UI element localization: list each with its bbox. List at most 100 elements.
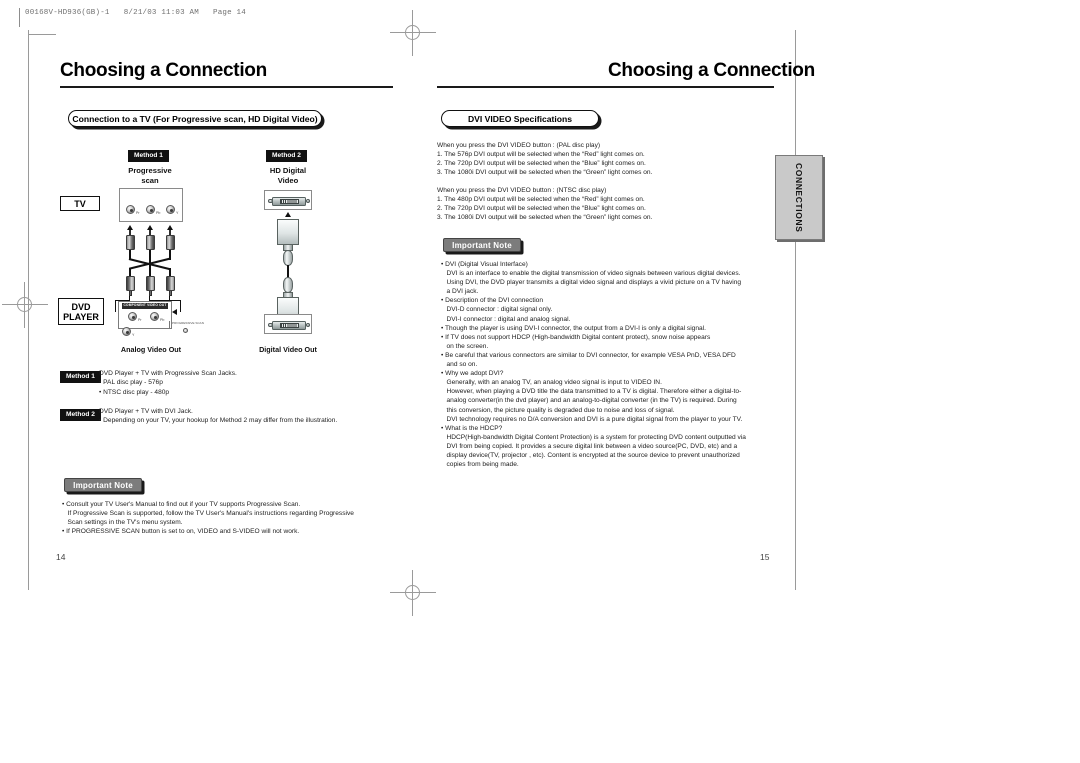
right-important-note-tab: Important Note bbox=[443, 238, 521, 252]
right-page-number: 15 bbox=[760, 552, 770, 562]
dvd-player-label: DVD PLAYER bbox=[58, 298, 104, 325]
dvd-jack-pb-label: Pb bbox=[160, 318, 165, 322]
right-note-line-22: copies from being made. bbox=[446, 461, 519, 469]
spec1-line-2: 2. The 720p DVI output will be selected … bbox=[437, 160, 646, 168]
component-plug-top-1 bbox=[125, 230, 135, 250]
component-plug-bot-2 bbox=[145, 276, 155, 296]
dvd-jack-pr-label: Pr bbox=[138, 318, 142, 322]
tv-jack-y bbox=[166, 205, 175, 214]
method1-heading-line1: Progressive bbox=[128, 166, 172, 175]
right-note-line-12: • Why we adopt DVI? bbox=[441, 370, 504, 378]
tv-dvi-port bbox=[264, 190, 312, 210]
diagram-method2-heading: HD Digital Video bbox=[252, 166, 324, 185]
dvi-cable-bead-bottom bbox=[283, 277, 293, 293]
dvd-jack-pr bbox=[128, 312, 137, 321]
route-vert-1 bbox=[115, 300, 117, 312]
component-plug-bot-3 bbox=[165, 276, 175, 296]
method2-line-1: • Depending on your TV, your hookup for … bbox=[99, 417, 338, 425]
right-note-line-5: DVI-D connector : digital signal only. bbox=[446, 306, 553, 314]
progressive-scan-button-icon bbox=[183, 328, 188, 333]
method1-line-1: • PAL disc play - 576p bbox=[99, 379, 163, 387]
method1-line-2: • NTSC disc play - 480p bbox=[99, 388, 170, 396]
left-note-line-0: • Consult your TV User's Manual to find … bbox=[62, 501, 301, 508]
callout-leader bbox=[169, 321, 170, 329]
manual-spread: 00168V-HD936(GB)-1 8/21/03 11:03 AM Page… bbox=[0, 0, 1080, 763]
left-page-title: Choosing a Connection bbox=[60, 60, 267, 81]
tv-dvi-screw-right bbox=[305, 198, 310, 203]
right-note-line-18: • What is the HDCP? bbox=[441, 424, 503, 432]
dvd-dvi-shell bbox=[272, 320, 306, 330]
dvd-jack-y-label: Y bbox=[132, 333, 135, 337]
method1-row-badge: Method 1 bbox=[60, 371, 101, 383]
arrow-to-tv-dvi bbox=[285, 212, 291, 217]
dvi-spec-ntsc-block: When you press the DVI VIDEO button : (N… bbox=[437, 186, 777, 222]
spec2-line-2: 2. The 720p DVI output will be selected … bbox=[437, 205, 646, 213]
left-important-note-tab: Important Note bbox=[64, 478, 142, 492]
method1-heading-line2: scan bbox=[141, 175, 159, 185]
tv-jack-pb bbox=[146, 205, 155, 214]
right-note-line-8: • If TV does not support HDCP (High-band… bbox=[441, 333, 711, 341]
tv-jack-pr bbox=[126, 205, 135, 214]
digital-video-out-caption: Digital Video Out bbox=[259, 345, 317, 354]
spec2-line-1: 1. The 480p DVI output will be selected … bbox=[437, 196, 645, 204]
progressive-scan-callout: PROGRESSIVE SCAN bbox=[172, 321, 204, 325]
right-note-line-17: DVI technology requires no D/A conversio… bbox=[446, 415, 743, 423]
analog-video-out-caption: Analog Video Out bbox=[120, 345, 182, 354]
dvd-jack-pb bbox=[150, 312, 159, 321]
left-title-rule bbox=[60, 86, 393, 88]
route-vert-2 bbox=[180, 300, 182, 312]
header-rule bbox=[19, 8, 20, 27]
dvi-connector-top bbox=[277, 219, 299, 245]
registration-mark-top bbox=[390, 10, 436, 56]
crop-line-left bbox=[28, 30, 29, 590]
left-page-number: 14 bbox=[56, 552, 66, 562]
dvd-label-line2: PLAYER bbox=[63, 311, 99, 322]
tv-dvi-shell bbox=[272, 196, 306, 206]
diagram-method1-badge: Method 1 bbox=[128, 150, 169, 162]
registration-mark-left bbox=[2, 282, 48, 328]
spec1-line-3: 3. The 1080i DVI output will be selected… bbox=[437, 169, 653, 177]
left-note-line-3: • If PROGRESSIVE SCAN button is set to o… bbox=[62, 528, 300, 536]
dvi-cable-bead-top bbox=[283, 250, 293, 266]
right-note-line-14: However, when playing a DVD title the da… bbox=[446, 388, 742, 396]
connections-side-tab-label: CONNECTIONS bbox=[794, 162, 804, 233]
spec2-line-0: When you press the DVI VIDEO button : (N… bbox=[437, 187, 607, 194]
right-note-line-7: • Though the player is using DVI-I conne… bbox=[441, 324, 706, 332]
component-plug-bot-1 bbox=[125, 276, 135, 296]
right-note-line-11: and so on. bbox=[446, 361, 478, 369]
right-note-line-9: on the screen. bbox=[446, 342, 489, 350]
tv-jack-pb-label: Pb bbox=[156, 211, 161, 215]
connections-side-tab: CONNECTIONS bbox=[775, 155, 823, 240]
method2-heading-line1: HD Digital bbox=[269, 166, 307, 175]
right-note-line-3: a DVI jack. bbox=[446, 288, 479, 296]
tv-dvi-pins bbox=[279, 198, 299, 204]
method2-row-text: DVD Player + TV with DVI Jack. • Dependi… bbox=[99, 407, 399, 426]
tv-jack-y-label: Y bbox=[176, 211, 179, 215]
component-plug-top-2 bbox=[145, 230, 155, 250]
component-plug-top-3 bbox=[165, 230, 175, 250]
right-note-line-19: HDCP(High-bandwidth Digital Content Prot… bbox=[446, 433, 746, 441]
dvd-label-line1: DVD bbox=[71, 301, 91, 312]
dvd-dvi-port bbox=[264, 314, 312, 334]
method1-line-0: DVD Player + TV with Progressive Scan Ja… bbox=[99, 370, 237, 377]
crop-line-right bbox=[795, 30, 796, 590]
right-important-note-body: • DVI (Digital Visual Interface) DVI is … bbox=[441, 260, 775, 469]
right-note-line-16: this conversion, the picture quality is … bbox=[446, 406, 675, 414]
method2-heading-line2: Video bbox=[277, 175, 299, 185]
arrow-into-panel-2 bbox=[172, 309, 177, 315]
method2-row-badge: Method 2 bbox=[60, 409, 101, 421]
right-note-line-4: • Description of the DVI connection bbox=[441, 297, 544, 305]
right-note-line-2: Using DVI, the DVD player transmits a di… bbox=[446, 279, 742, 287]
tv-jack-pr-label: Pr bbox=[136, 211, 140, 215]
dvd-dvi-screw-right bbox=[305, 322, 310, 327]
spec1-line-1: 1. The 576p DVI output will be selected … bbox=[437, 151, 645, 159]
left-note-line-1: If Progressive Scan is supported, follow… bbox=[67, 510, 354, 518]
right-note-line-13: Generally, with an analog TV, an analog … bbox=[446, 379, 662, 387]
diagram-method1-heading: Progressive scan bbox=[113, 166, 187, 185]
crop-tick-topleft bbox=[28, 34, 56, 35]
diagram-method2-badge: Method 2 bbox=[266, 150, 307, 162]
spec1-line-0: When you press the DVI VIDEO button : (P… bbox=[437, 142, 601, 149]
right-page-title: Choosing a Connection bbox=[608, 60, 815, 81]
right-note-line-21: display device(TV, projector , etc). Con… bbox=[446, 451, 740, 459]
left-section-banner: Connection to a TV (For Progressive scan… bbox=[68, 110, 322, 127]
